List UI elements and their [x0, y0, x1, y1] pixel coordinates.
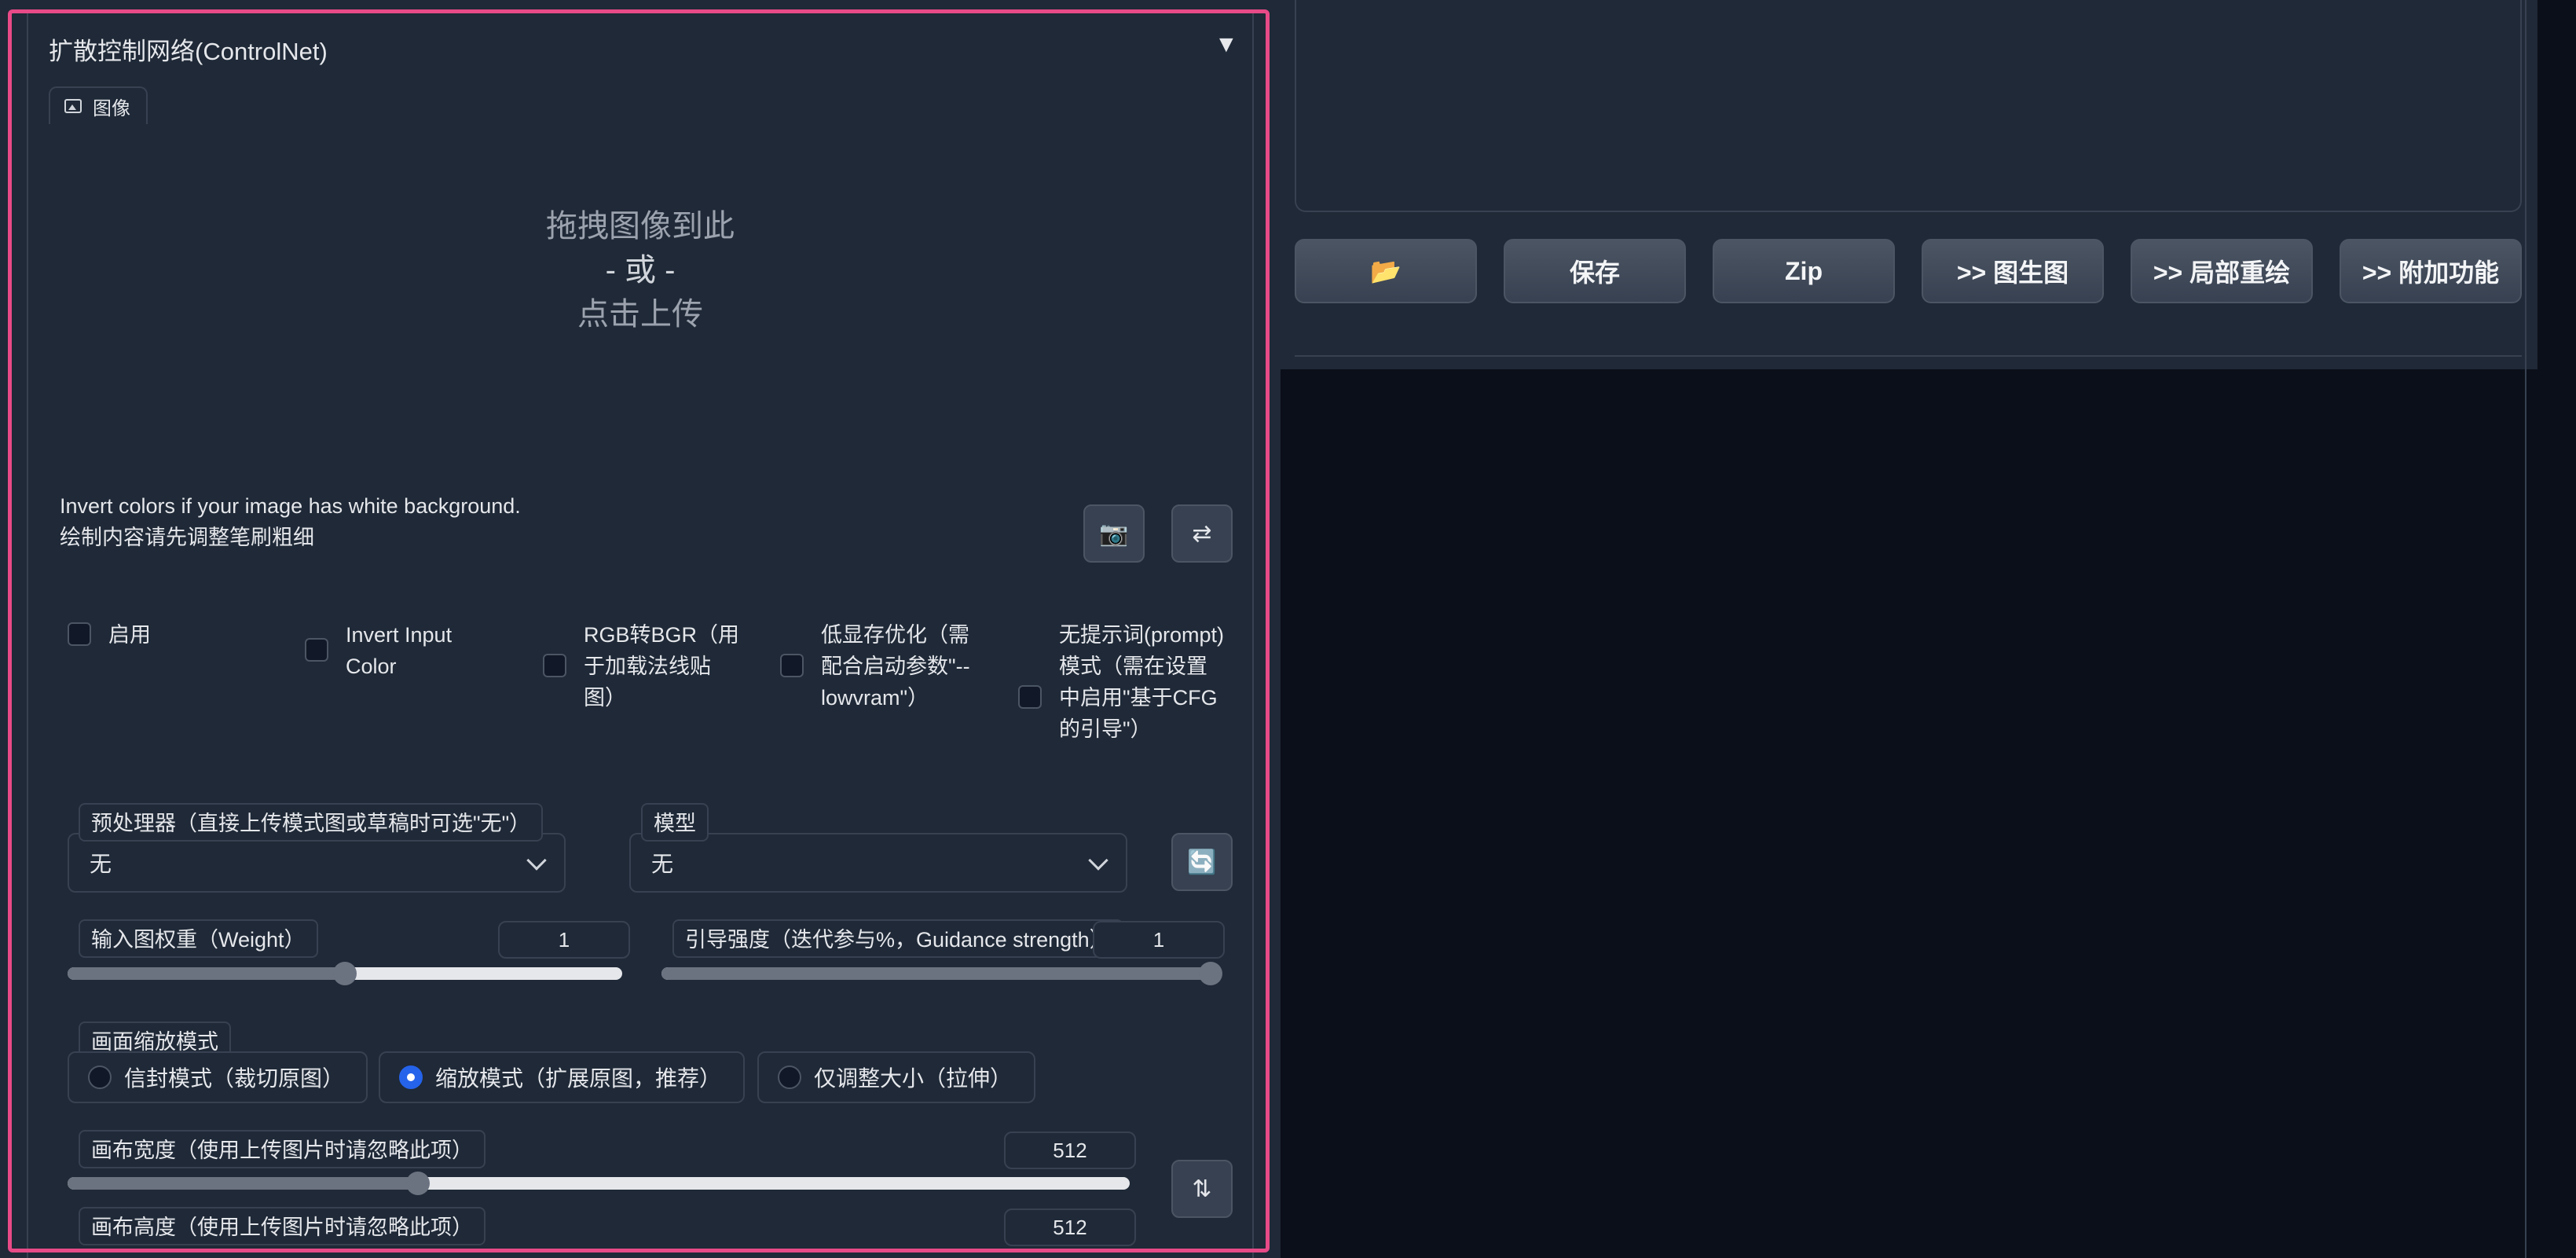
- preprocessor-select[interactable]: 无: [68, 833, 566, 893]
- swap-dimensions-button[interactable]: ⇅: [1171, 1160, 1233, 1218]
- folder-icon: 📂: [1370, 257, 1402, 285]
- checkbox-box[interactable]: [305, 638, 328, 662]
- weight-slider-fill: [68, 967, 345, 980]
- radio-button-selected[interactable]: [399, 1065, 423, 1089]
- chevron-down-icon: [1088, 850, 1108, 871]
- right-border: [2525, 0, 2527, 1258]
- low-vram-label: 低显存优化（需配合启动参数"--lowvram"）: [821, 623, 970, 710]
- radio-button[interactable]: [88, 1065, 112, 1089]
- canvas-width-slider[interactable]: [68, 1172, 1130, 1195]
- low-vram-checkbox[interactable]: 低显存优化（需配合启动参数"--lowvram"）: [780, 619, 986, 713]
- guidance-input[interactable]: 1: [1093, 921, 1225, 959]
- preprocessor-value: 无: [90, 852, 112, 876]
- weight-input[interactable]: 1: [498, 921, 630, 959]
- radio-button[interactable]: [778, 1065, 801, 1089]
- model-label: 模型: [641, 803, 709, 842]
- send-to-img2img-button[interactable]: >> 图生图: [1922, 239, 2104, 303]
- canvas-width-input[interactable]: 512: [1004, 1131, 1136, 1169]
- rgb-to-bgr-checkbox[interactable]: RGB转BGR（用于加载法线贴图）: [543, 619, 741, 713]
- guess-mode-label: 无提示词(prompt)模式（需在设置中启用"基于CFG的引导"）: [1059, 623, 1225, 741]
- camera-button[interactable]: 📷: [1083, 504, 1145, 563]
- send-to-inpaint-label: >> 局部重绘: [2153, 259, 2291, 287]
- refresh-models-button[interactable]: 🔄: [1171, 833, 1233, 891]
- preprocessor-label: 预处理器（直接上传模式图或草稿时可选"无"）: [79, 803, 544, 842]
- swap-button[interactable]: ⇄: [1171, 504, 1233, 563]
- canvas-height-label: 画布高度（使用上传图片时请忽略此项）: [79, 1207, 486, 1245]
- upload-drag-text: 拖拽图像到此: [546, 209, 735, 244]
- weight-slider-thumb[interactable]: [333, 962, 357, 985]
- image-icon: [64, 99, 82, 113]
- guidance-slider-thumb[interactable]: [1199, 962, 1222, 985]
- zip-button[interactable]: Zip: [1713, 239, 1895, 303]
- swap-vertical-icon: ⇅: [1192, 1175, 1212, 1202]
- checkbox-box[interactable]: [780, 654, 804, 677]
- model-select[interactable]: 无: [629, 833, 1127, 893]
- open-folder-button[interactable]: 📂: [1295, 239, 1477, 303]
- save-button[interactable]: 保存: [1504, 239, 1686, 303]
- resize-mode-scale-label: 缩放模式（扩展原图，推荐）: [435, 1066, 722, 1091]
- weight-label: 输入图权重（Weight）: [79, 919, 318, 958]
- guidance-slider-fill: [661, 967, 1216, 980]
- canvas-width-slider-thumb[interactable]: [406, 1172, 431, 1195]
- invert-hint: Invert colors if your image has white ba…: [60, 490, 521, 553]
- checkbox-box[interactable]: [68, 622, 91, 646]
- swap-icon: ⇄: [1192, 520, 1212, 547]
- send-to-extras-label: >> 附加功能: [2362, 259, 2500, 287]
- upload-click-text: 点击上传: [577, 297, 703, 332]
- enable-label: 启用: [108, 623, 151, 647]
- zip-button-label: Zip: [1785, 256, 1823, 285]
- chevron-down-icon: [526, 850, 547, 871]
- canvas-width-label: 画布宽度（使用上传图片时请忽略此项）: [79, 1130, 486, 1168]
- resize-mode-scale[interactable]: 缩放模式（扩展原图，推荐）: [379, 1051, 746, 1103]
- resize-mode-envelope-label: 信封模式（裁切原图）: [124, 1066, 345, 1091]
- rgb-to-bgr-label: RGB转BGR（用于加载法线贴图）: [584, 623, 740, 710]
- refresh-icon: 🔄: [1187, 849, 1217, 875]
- invert-input-label: Invert Input Color: [346, 623, 453, 678]
- checkbox-box[interactable]: [1018, 685, 1042, 709]
- camera-icon: 📷: [1099, 520, 1129, 547]
- image-upload-dropzone[interactable]: 拖拽图像到此 - 或 - 点击上传: [47, 124, 1233, 470]
- controlnet-panel: 扩散控制网络(ControlNet) ▼ 图像 拖拽图像到此 - 或 - 点击上…: [0, 0, 1281, 1258]
- checkbox-box[interactable]: [543, 654, 566, 677]
- guidance-slider[interactable]: [661, 962, 1222, 985]
- weight-slider[interactable]: [68, 962, 622, 985]
- send-to-inpaint-button[interactable]: >> 局部重绘: [2131, 239, 2313, 303]
- image-tab[interactable]: 图像: [49, 86, 148, 124]
- send-to-img2img-label: >> 图生图: [1956, 259, 2069, 287]
- upload-or-text: - 或 -: [605, 253, 676, 288]
- guess-mode-checkbox[interactable]: 无提示词(prompt)模式（需在设置中启用"基于CFG的引导"）: [1018, 619, 1224, 745]
- output-info-area: [1281, 369, 2538, 1258]
- save-button-label: 保存: [1569, 259, 1620, 287]
- enable-checkbox[interactable]: 启用: [68, 619, 273, 651]
- send-to-extras-button[interactable]: >> 附加功能: [2340, 239, 2522, 303]
- resize-mode-stretch-label: 仅调整大小（拉伸）: [814, 1066, 1013, 1091]
- output-gallery[interactable]: [1295, 0, 2522, 212]
- controlnet-accordion-title[interactable]: 扩散控制网络(ControlNet): [49, 31, 328, 67]
- guidance-label: 引导强度（迭代参与%，Guidance strength）: [672, 919, 1123, 958]
- canvas-height-input[interactable]: 512: [1004, 1208, 1136, 1246]
- model-value: 无: [651, 852, 674, 876]
- resize-mode-stretch[interactable]: 仅调整大小（拉伸）: [757, 1051, 1036, 1103]
- canvas-width-slider-fill: [68, 1177, 419, 1190]
- invert-hint-line1: Invert colors if your image has white ba…: [60, 494, 521, 518]
- resize-mode-envelope[interactable]: 信封模式（裁切原图）: [68, 1051, 368, 1103]
- invert-hint-line2: 绘制内容请先调整笔刷粗细: [60, 526, 314, 549]
- image-tab-label: 图像: [93, 97, 130, 119]
- output-divider: [1295, 355, 2522, 357]
- collapse-arrow-icon[interactable]: ▼: [1215, 31, 1238, 58]
- invert-input-checkbox[interactable]: Invert Input Color: [305, 619, 487, 682]
